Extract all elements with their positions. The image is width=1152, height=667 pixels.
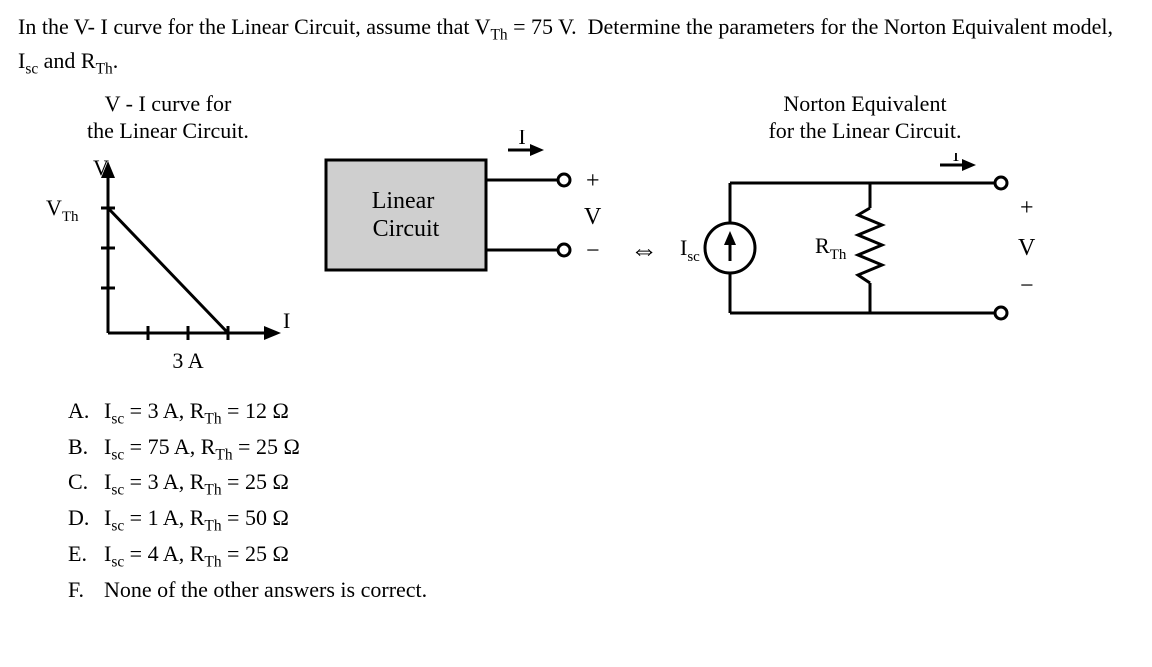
linear-circuit-svg: Linear Circuit I + V − [308, 130, 608, 310]
answer-option: A. Isc = 3 A, RTh = 12 Ω [68, 395, 1134, 431]
norton-plus: + [1020, 195, 1034, 221]
answer-text: Isc = 75 A, RTh = 25 Ω [104, 431, 300, 467]
rth-label: RTh [815, 233, 847, 263]
norton-svg: Isc RTh I + V − [680, 153, 1050, 353]
answer-text: Isc = 3 A, RTh = 25 Ω [104, 466, 289, 502]
minus-terminal: − [586, 238, 600, 264]
answer-letter: E. [68, 538, 96, 574]
answer-option: E. Isc = 4 A, RTh = 25 Ω [68, 538, 1134, 574]
answer-text: Isc = 1 A, RTh = 50 Ω [104, 502, 289, 538]
isc-label: Isc [680, 235, 700, 265]
norton-equivalent-figure: Norton Equivalentfor the Linear Circuit. [680, 90, 1050, 353]
answer-letter: D. [68, 502, 96, 538]
answer-text: None of the other answers is correct. [104, 574, 427, 606]
plus-terminal: + [586, 168, 600, 194]
voltage-label: V [584, 204, 602, 230]
answer-letter: A. [68, 395, 96, 431]
answer-text: Isc = 4 A, RTh = 25 Ω [104, 538, 289, 574]
current-label: I [518, 130, 525, 149]
answer-option: D. Isc = 1 A, RTh = 50 Ω [68, 502, 1134, 538]
norton-title: Norton Equivalentfor the Linear Circuit. [768, 90, 961, 145]
question-text: In the V- I curve for the Linear Circuit… [18, 12, 1134, 80]
answer-letter: F. [68, 574, 96, 606]
linear-circuit-figure: Linear Circuit I + V − [308, 130, 608, 310]
answer-list: A. Isc = 3 A, RTh = 12 Ω B. Isc = 75 A, … [68, 395, 1134, 605]
figures-row: V - I curve forthe Linear Circuit. [18, 90, 1134, 383]
norton-current-label: I [953, 153, 960, 166]
answer-option: C. Isc = 3 A, RTh = 25 Ω [68, 466, 1134, 502]
y-axis-label: V [93, 155, 109, 180]
vi-curve-title: V - I curve forthe Linear Circuit. [87, 90, 249, 145]
norton-minus: − [1020, 273, 1034, 299]
vi-curve-figure: V - I curve forthe Linear Circuit. [38, 90, 298, 383]
x-intercept-label: 3 A [172, 348, 203, 373]
vth-label: VTh [46, 195, 79, 225]
equivalence-arrow-icon: ⇔ [618, 235, 670, 267]
answer-text: Isc = 3 A, RTh = 12 Ω [104, 395, 289, 431]
answer-option: B. Isc = 75 A, RTh = 25 Ω [68, 431, 1134, 467]
answer-option: F. None of the other answers is correct. [68, 574, 1134, 606]
vi-curve-svg: V VTh I 3 A [38, 153, 298, 383]
answer-letter: B. [68, 431, 96, 467]
norton-voltage: V [1018, 235, 1036, 261]
answer-letter: C. [68, 466, 96, 502]
x-axis-label: I [283, 308, 290, 333]
